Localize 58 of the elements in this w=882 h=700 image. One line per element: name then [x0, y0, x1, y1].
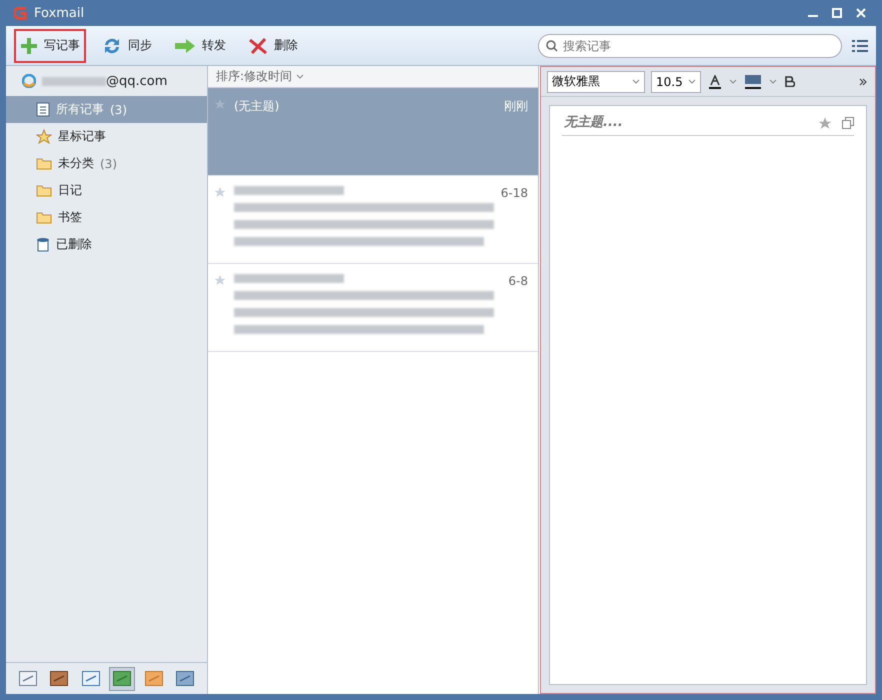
item-label: 未分类 — [58, 155, 94, 172]
folder-icon — [36, 157, 52, 170]
size-select[interactable]: 10.5 — [651, 70, 701, 92]
star-icon[interactable] — [214, 274, 226, 286]
star-icon — [36, 129, 52, 144]
item-label: 所有记事 — [56, 101, 104, 118]
arrow-right-icon — [174, 38, 196, 54]
note-time: 6-18 — [500, 186, 528, 202]
logo-icon — [14, 6, 28, 20]
account-email: @qq.com — [106, 74, 168, 88]
toolbar-button[interactable]: 同步 — [96, 28, 158, 62]
note-time: 刚刚 — [504, 98, 528, 115]
sidebar-item[interactable]: 日记 — [6, 177, 207, 204]
account-icon — [22, 74, 36, 88]
search-icon — [546, 40, 558, 52]
item-label: 日记 — [58, 182, 82, 199]
search-field[interactable]: 搜索记事 — [538, 34, 842, 58]
caret-icon — [296, 74, 304, 79]
item-count: (3) — [110, 102, 127, 116]
note-time: 6-8 — [508, 274, 528, 290]
toolbar-button[interactable]: 转发 — [168, 28, 232, 62]
caret-icon — [769, 79, 777, 84]
sidebar-item[interactable]: 星标记事 — [6, 123, 207, 150]
font-select[interactable]: 微软雅黑 — [547, 70, 645, 92]
menu-icon[interactable] — [852, 38, 868, 52]
toolbar-button[interactable]: 写记事 — [14, 28, 86, 62]
trash-icon — [36, 237, 50, 252]
sidebar-item[interactable]: 未分类 (3) — [6, 150, 207, 177]
toolbar-button[interactable]: 删除 — [242, 28, 304, 62]
caret-icon — [688, 79, 696, 84]
caret-icon — [632, 79, 640, 84]
caret-icon — [729, 79, 737, 84]
star-icon[interactable] — [214, 98, 226, 110]
note-title: (无主题) — [234, 98, 280, 115]
text-color-icon — [709, 74, 721, 88]
close-icon[interactable] — [856, 8, 866, 18]
list-icon — [36, 102, 50, 117]
chevrons-right-icon — [859, 78, 867, 86]
item-label: 书签 — [58, 209, 82, 226]
copy-icon[interactable] — [842, 116, 854, 128]
plus-icon — [20, 36, 38, 54]
folder-icon — [36, 184, 52, 197]
maximize-icon[interactable] — [832, 8, 842, 18]
highlight-icon — [745, 74, 761, 88]
item-label: 已删除 — [56, 236, 92, 253]
module-tab[interactable] — [109, 666, 136, 690]
item-label: 星标记事 — [58, 128, 106, 145]
folder-icon — [36, 211, 52, 224]
sidebar-item[interactable]: 已删除 — [6, 231, 207, 258]
cross-icon — [248, 36, 268, 54]
blurred-text — [42, 76, 106, 86]
star-icon[interactable] — [214, 186, 226, 198]
sidebar-item[interactable]: 书签 — [6, 204, 207, 231]
bold-icon — [785, 76, 795, 87]
window-title: Foxmail — [34, 6, 84, 20]
sort-dropdown[interactable]: 排序:修改时间 — [208, 66, 538, 88]
item-count: (3) — [100, 156, 117, 170]
star-icon[interactable] — [818, 116, 832, 130]
